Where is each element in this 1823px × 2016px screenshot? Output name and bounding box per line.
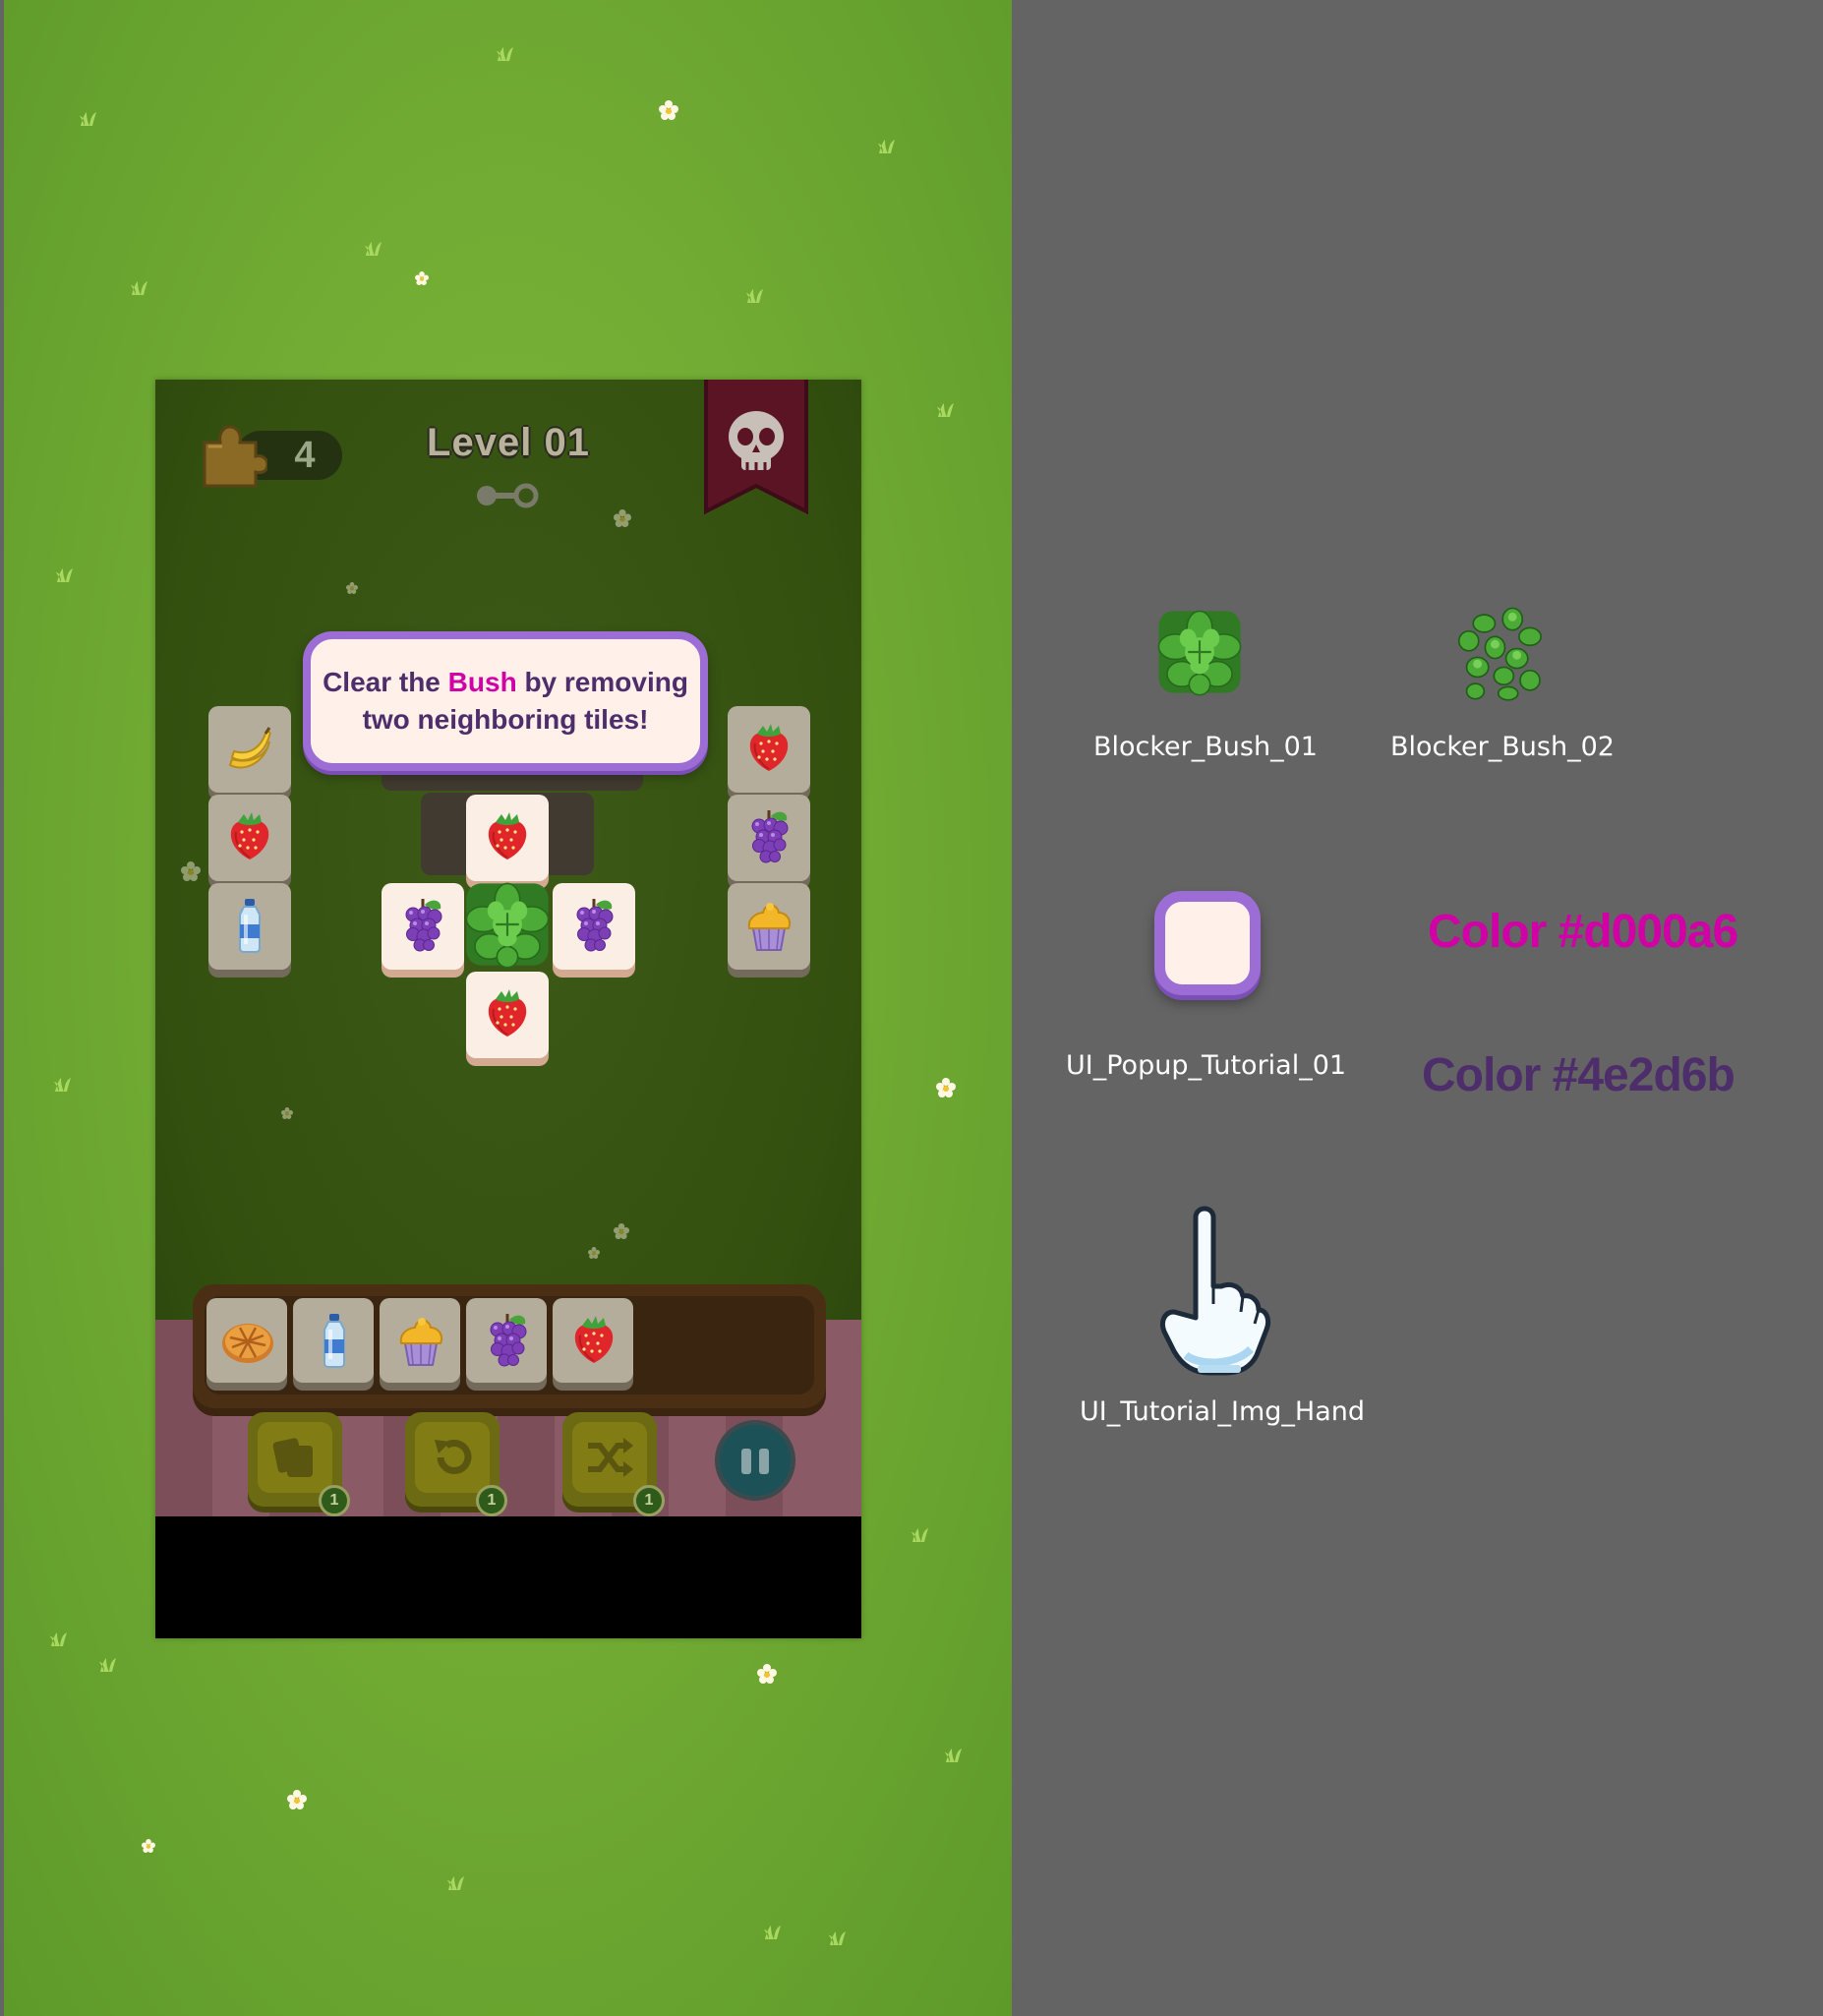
tutorial-highlight-word: Bush	[447, 667, 517, 697]
hard-level-skull-banner[interactable]	[702, 380, 810, 515]
grass-tuft-decoration	[944, 1747, 966, 1762]
color-swatch-label-pink: Color #d000a6	[1428, 906, 1738, 958]
tile-grapes[interactable]	[728, 795, 810, 881]
undo-icon	[435, 1440, 472, 1474]
popup-tutorial-label: UI_Popup_Tutorial_01	[1066, 1050, 1347, 1081]
tutorial-hand-icon	[1159, 1206, 1271, 1376]
flower-decoration	[659, 100, 678, 120]
flower-decoration	[287, 1790, 307, 1809]
blocker-bush-02-label: Blocker_Bush_02	[1390, 732, 1615, 762]
grass-tuft-decoration	[49, 1631, 71, 1646]
level-progress-key-icon	[477, 483, 539, 508]
flower-decoration	[142, 1839, 155, 1853]
flower-decoration	[614, 509, 631, 527]
tray-tile-pie	[206, 1298, 287, 1383]
grass-tuft-decoration	[745, 287, 767, 303]
grass-tuft-decoration	[763, 1924, 785, 1939]
tray-tile-water-bottle	[293, 1298, 374, 1383]
grass-tuft-decoration	[877, 138, 899, 153]
grass-tuft-decoration	[828, 1929, 850, 1945]
flower-decoration	[588, 1247, 600, 1259]
grass-tuft-decoration	[53, 1076, 75, 1092]
grass-tuft-decoration	[98, 1656, 120, 1672]
shuffle-booster-button[interactable]: 1	[562, 1412, 665, 1516]
flower-decoration	[757, 1664, 777, 1684]
flower-decoration	[281, 1107, 293, 1119]
flower-decoration	[346, 582, 358, 594]
blocker-bush-01-label: Blocker_Bush_01	[1093, 732, 1318, 762]
tutorial-hand-label: UI_Tutorial_Img_Hand	[1080, 1396, 1365, 1427]
cards-booster-count: 1	[319, 1485, 350, 1516]
blocker-bush-01-icon	[1152, 600, 1247, 704]
tile-strawberry[interactable]	[728, 706, 810, 793]
puzzle-count: 4	[294, 435, 316, 476]
tile-water-bottle[interactable]	[208, 883, 291, 970]
tile-grapes[interactable]	[553, 883, 635, 970]
puzzle-piece-icon	[203, 425, 267, 488]
bush-blocker	[460, 877, 555, 972]
grass-tuft-decoration	[55, 566, 77, 582]
grass-tuft-decoration	[936, 401, 958, 417]
tray-tile-grapes	[466, 1298, 547, 1383]
shuffle-booster-count: 1	[633, 1485, 665, 1516]
tile-strawberry[interactable]	[466, 972, 549, 1058]
grass-tuft-decoration	[130, 279, 151, 295]
grass-tuft-decoration	[496, 45, 517, 61]
flower-decoration	[415, 271, 429, 285]
pause-icon	[741, 1449, 751, 1474]
shuffle-icon	[588, 1438, 633, 1477]
blocker-bush-02-icon	[1451, 600, 1550, 706]
popup-tutorial-swatch	[1154, 891, 1261, 995]
tray-tile-cupcake	[380, 1298, 460, 1383]
tile-strawberry[interactable]	[208, 795, 291, 881]
grass-tuft-decoration	[911, 1526, 932, 1542]
grass-tuft-decoration	[446, 1874, 468, 1890]
flower-decoration	[181, 861, 201, 881]
flower-decoration	[614, 1223, 629, 1239]
grass-tuft-decoration	[79, 110, 100, 126]
flower-decoration	[936, 1078, 956, 1097]
tile-tray	[193, 1284, 826, 1408]
undo-booster-button[interactable]: 1	[405, 1412, 507, 1516]
puzzle-counter: 4	[197, 415, 344, 490]
cards-booster-button[interactable]: 1	[248, 1412, 350, 1516]
color-swatch-label-purple: Color #4e2d6b	[1422, 1049, 1735, 1101]
tile-grapes[interactable]	[382, 883, 464, 970]
tile-banana[interactable]	[208, 706, 291, 793]
tile-cupcake[interactable]	[728, 883, 810, 970]
undo-booster-count: 1	[476, 1485, 507, 1516]
pause-button[interactable]	[715, 1420, 795, 1501]
grass-tuft-decoration	[364, 240, 385, 256]
tutorial-popup: Clear the Bush by removing two neighbori…	[303, 631, 708, 771]
level-title: Level 01	[427, 421, 590, 464]
tile-strawberry[interactable]	[466, 795, 549, 881]
tray-tile-strawberry	[553, 1298, 633, 1383]
tutorial-popup-text: Clear the Bush by removing two neighbori…	[323, 667, 688, 735]
cards-icon	[272, 1438, 313, 1477]
game-screen: 4 Level 01 Clear the Bush by removing tw…	[155, 380, 861, 1638]
